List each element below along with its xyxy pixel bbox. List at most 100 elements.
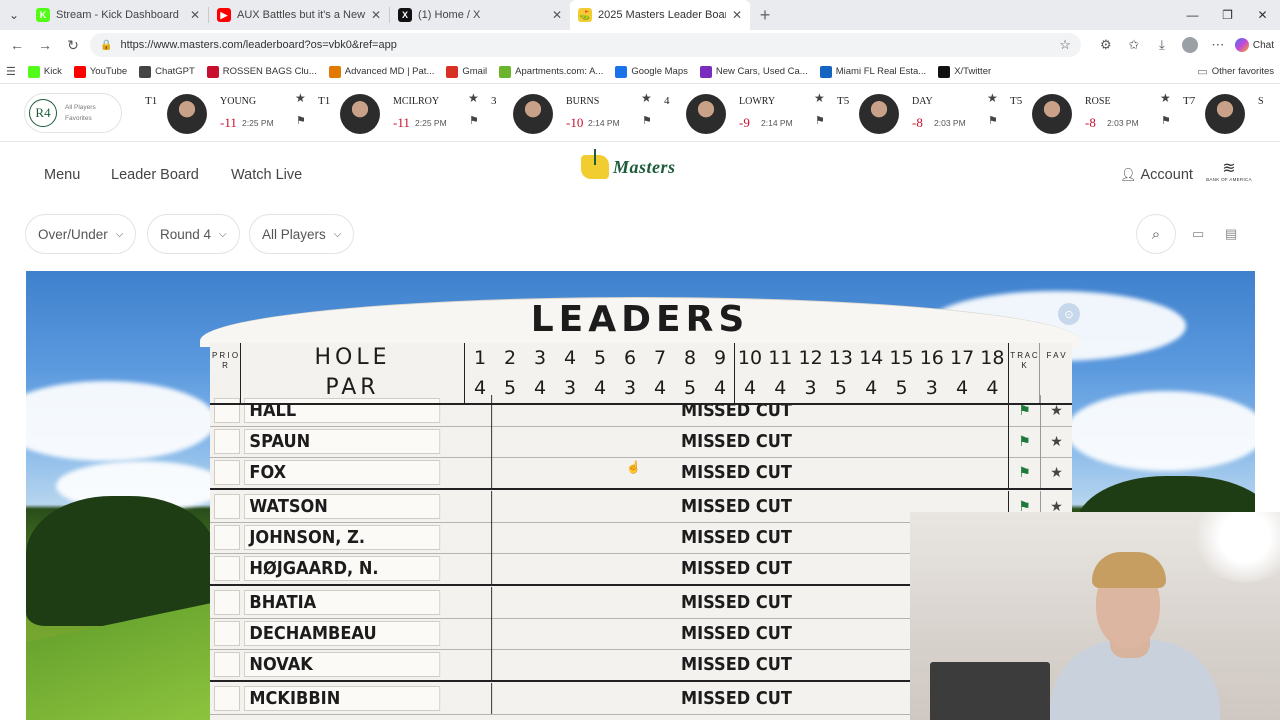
other-favorites[interactable]: ▭ Other favorites	[1197, 65, 1274, 78]
ticker-option-favorites[interactable]: Favorites	[65, 113, 96, 124]
back-icon[interactable]: ←	[6, 37, 28, 53]
prior-cell	[214, 398, 240, 423]
tab-actions-menu-icon[interactable]: ⌄	[0, 8, 28, 22]
extensions-icon[interactable]: ⚙	[1095, 37, 1117, 53]
browser-tab[interactable]: ▶ AUX Battles but it's a New Artist E ✕	[209, 0, 389, 30]
hole-number: 8	[683, 347, 697, 369]
player-headshot	[513, 94, 553, 134]
url-bar[interactable]: 🔒 https://www.masters.com/leaderboard?os…	[90, 33, 1081, 57]
track-flag-icon[interactable]: ⚑	[1008, 395, 1040, 426]
search-icon: ⌕	[1151, 225, 1161, 243]
bookmark-item[interactable]: Advanced MD | Pat...	[328, 65, 434, 78]
hole-number: 13	[828, 347, 853, 369]
expand-icon[interactable]: ⊙	[1058, 303, 1080, 325]
bookmark-item[interactable]: Google Maps	[615, 65, 688, 78]
close-tab-icon[interactable]: ✕	[552, 8, 562, 22]
favorite-star-icon[interactable]: ★	[1160, 91, 1171, 105]
track-flag-icon[interactable]: ⚑	[642, 114, 652, 127]
favorite-star-icon[interactable]: ★	[1040, 426, 1072, 457]
favorites-icon[interactable]: ✩	[1123, 37, 1145, 53]
masters-logo[interactable]: Masters	[581, 149, 676, 179]
track-flag-icon[interactable]: ⚑	[815, 114, 825, 127]
scoring-value: Over/Under	[38, 226, 108, 242]
nine-divider	[734, 343, 735, 403]
menu-link[interactable]: Menu	[44, 167, 80, 183]
browser-tab[interactable]: X (1) Home / X ✕	[390, 0, 570, 30]
downloads-icon[interactable]: ⤓	[1151, 37, 1173, 53]
track-flag-icon[interactable]: ⚑	[1008, 426, 1040, 457]
tree-line	[26, 496, 216, 626]
ticker-player-name: ROSE	[1085, 96, 1111, 107]
close-tab-icon[interactable]: ✕	[732, 8, 742, 22]
minimize-icon[interactable]: —	[1175, 0, 1210, 30]
bookmark-item[interactable]: YouTube	[73, 65, 127, 78]
bookmark-item[interactable]: ROSSEN BAGS Clu...	[206, 65, 317, 78]
favorite-star-icon[interactable]: ★	[468, 91, 479, 105]
ticker-player-card[interactable]: T5 DAY -8 2:03 PM ★ ⚑	[837, 85, 1009, 141]
ticker-position: T1	[318, 95, 331, 107]
ticker-player-card[interactable]: T7 S	[1183, 85, 1280, 141]
close-tab-icon[interactable]: ✕	[190, 8, 200, 22]
new-tab-button[interactable]: +	[750, 5, 780, 26]
player-status: MISSED CUT	[491, 395, 981, 426]
scoring-dropdown[interactable]: Over/Under ⌵	[25, 214, 137, 254]
forward-icon[interactable]: →	[34, 37, 56, 53]
favorite-star-icon[interactable]: ★	[295, 91, 306, 105]
ticker-player-card[interactable]: T5 ROSE -8 2:03 PM ★ ⚑	[1010, 85, 1182, 141]
bookmark-item[interactable]: New Cars, Used Ca...	[699, 65, 808, 78]
bookmark-item[interactable]: Apartments.com: A...	[499, 65, 603, 78]
ticker-option-all[interactable]: All Players	[65, 102, 96, 113]
scoreboard-view-icon[interactable]: ▭	[1192, 226, 1204, 242]
copilot-chat-button[interactable]: Chat	[1234, 38, 1274, 52]
hole-number: 7	[653, 347, 667, 369]
account-link[interactable]: 👤︎ Account	[1120, 167, 1193, 183]
track-flag-icon[interactable]: ⚑	[469, 114, 479, 127]
background-screen	[930, 662, 1050, 720]
ticker-player-card[interactable]: 4 LOWRY -9 2:14 PM ★ ⚑	[664, 85, 836, 141]
ticker-player-card[interactable]: T1 MCILROY -11 2:25 PM ★ ⚑	[318, 85, 490, 141]
favorite-star-icon[interactable]: ★	[814, 91, 825, 105]
track-flag-icon[interactable]: ⚑	[296, 114, 306, 127]
round-dropdown[interactable]: Round 4 ⌵	[147, 214, 240, 254]
track-flag-icon[interactable]: ⚑	[1008, 457, 1040, 488]
hole-number: 18	[980, 347, 1005, 369]
profile-avatar-icon[interactable]	[1179, 37, 1201, 53]
more-menu-icon[interactable]: ⋯	[1207, 37, 1229, 53]
leaderboard-link[interactable]: Leader Board	[111, 167, 199, 183]
bookmark-label: X/Twitter	[954, 66, 992, 77]
players-dropdown[interactable]: All Players ⌵	[249, 214, 355, 254]
ticker-player-card[interactable]: 3 BURNS -10 2:14 PM ★ ⚑	[491, 85, 663, 141]
window-controls: — ❐ ✕	[1175, 0, 1280, 30]
bookmark-star-icon[interactable]: ☆	[1059, 37, 1071, 53]
restore-icon[interactable]: ❐	[1210, 0, 1245, 30]
lock-icon[interactable]: 🔒	[100, 40, 112, 51]
favorite-star-icon[interactable]: ★	[987, 91, 998, 105]
player-row[interactable]: FOX MISSED CUT ⚑ ★	[210, 457, 1072, 488]
track-flag-icon[interactable]: ⚑	[1161, 114, 1171, 127]
browser-tab[interactable]: K Stream - Kick Dashboard ✕	[28, 0, 208, 30]
bookmark-item[interactable]: X/Twitter	[938, 65, 992, 78]
favorite-star-icon[interactable]: ★	[1040, 395, 1072, 426]
bookmark-item[interactable]: Kick	[27, 65, 62, 78]
refresh-icon[interactable]: ↻	[62, 37, 84, 54]
watch-live-link[interactable]: Watch Live	[231, 167, 302, 183]
browser-tab[interactable]: ⛳ 2025 Masters Leader Board ✕	[570, 0, 750, 30]
hole-number: 16	[919, 347, 944, 369]
round-selector[interactable]: R4 All Players Favorites	[24, 93, 122, 133]
close-window-icon[interactable]: ✕	[1245, 0, 1280, 30]
ticker-player-card[interactable]: T1 YOUNG -11 2:25 PM ★ ⚑	[145, 85, 317, 141]
tab-title: Stream - Kick Dashboard	[56, 9, 179, 21]
favorite-star-icon[interactable]: ★	[1040, 457, 1072, 488]
close-tab-icon[interactable]: ✕	[371, 8, 381, 22]
bookmark-label: New Cars, Used Ca...	[715, 66, 808, 77]
favorite-star-icon[interactable]: ★	[641, 91, 652, 105]
reading-list-icon[interactable]: ☰	[6, 65, 16, 78]
bookmark-item[interactable]: ChatGPT	[139, 65, 195, 78]
search-button[interactable]: ⌕	[1136, 214, 1176, 254]
bookmark-item[interactable]: Gmail	[446, 65, 487, 78]
player-row[interactable]: HALL MISSED CUT ⚑ ★	[210, 395, 1072, 426]
list-view-icon[interactable]: ▤	[1225, 226, 1237, 242]
bookmark-item[interactable]: Miami FL Real Esta...	[819, 65, 926, 78]
track-flag-icon[interactable]: ⚑	[988, 114, 998, 127]
player-row[interactable]: SPAUN MISSED CUT ⚑ ★	[210, 426, 1072, 457]
